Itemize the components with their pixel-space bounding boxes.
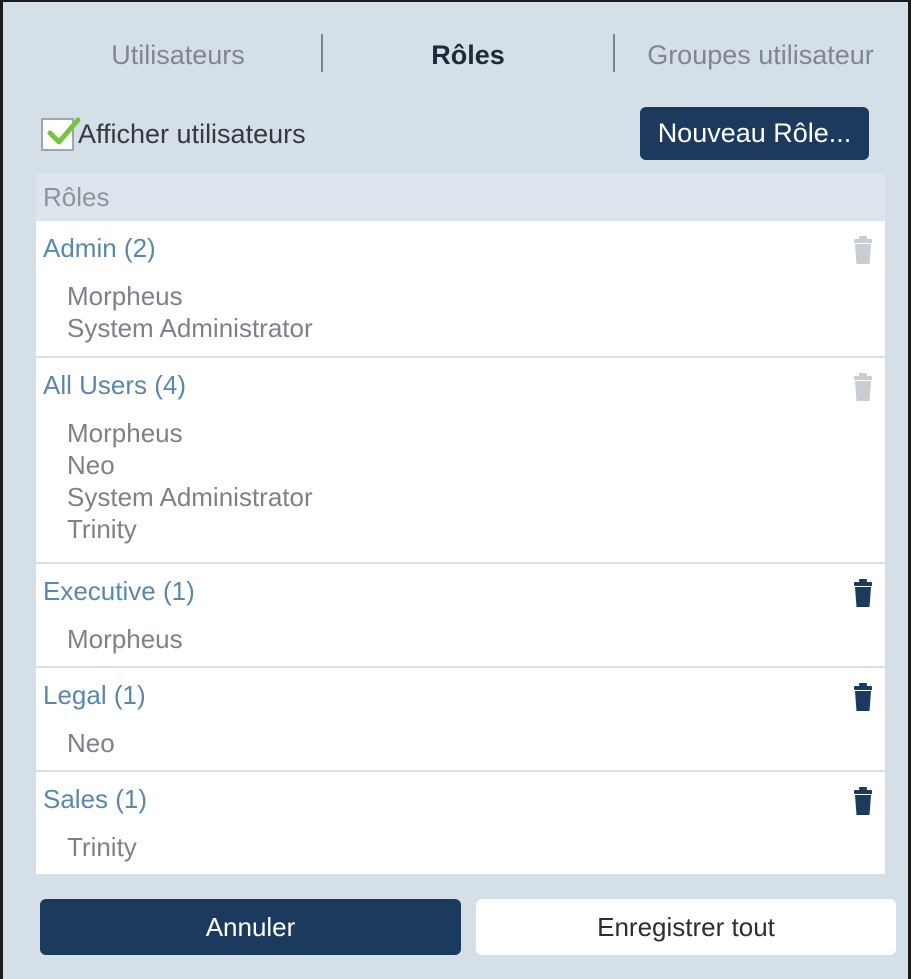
tab-roles[interactable]: Rôles: [398, 36, 538, 74]
trash-icon[interactable]: [853, 578, 873, 608]
member-name: Neo: [67, 450, 115, 480]
save-all-button[interactable]: Enregistrer tout: [476, 899, 896, 955]
member-name: Neo: [67, 728, 115, 758]
member-name: System Administrator: [67, 313, 313, 343]
roles-list-header: Rôles: [36, 174, 885, 221]
trash-icon: [853, 235, 873, 265]
check-icon: [47, 117, 81, 144]
tab-divider: [321, 34, 323, 72]
role-name-link[interactable]: All Users (4): [43, 370, 186, 401]
member-name: System Administrator: [67, 482, 313, 512]
show-users-checkbox[interactable]: [41, 117, 81, 151]
role-name-link[interactable]: Executive (1): [43, 576, 195, 607]
new-role-button[interactable]: Nouveau Rôle...: [640, 107, 869, 160]
trash-icon[interactable]: [853, 682, 873, 712]
role-item-all-users: All Users (4) Morpheus Neo System Admini…: [36, 358, 885, 564]
role-members: Morpheus Neo System Administrator Trinit…: [67, 417, 313, 545]
tab-bar: Utilisateurs Rôles Groupes utilisateur: [3, 2, 908, 102]
role-item-admin: Admin (2) Morpheus System Administrator: [36, 221, 885, 358]
show-users-toggle[interactable]: Afficher utilisateurs: [41, 114, 306, 154]
role-name-link[interactable]: Sales (1): [43, 784, 147, 815]
tab-users[interactable]: Utilisateurs: [78, 36, 278, 74]
role-item-sales: Sales (1) Trinity: [36, 772, 885, 874]
role-name-link[interactable]: Legal (1): [43, 680, 146, 711]
member-name: Morpheus: [67, 281, 183, 311]
role-members: Trinity: [67, 831, 137, 863]
tab-divider: [613, 34, 615, 72]
tab-user-groups[interactable]: Groupes utilisateur: [633, 36, 888, 74]
member-name: Morpheus: [67, 624, 183, 654]
role-members: Morpheus: [67, 623, 183, 655]
role-members: Morpheus System Administrator: [67, 280, 313, 344]
role-item-executive: Executive (1) Morpheus: [36, 564, 885, 668]
trash-icon[interactable]: [853, 786, 873, 816]
member-name: Trinity: [67, 514, 137, 544]
role-members: Neo: [67, 727, 115, 759]
cancel-button[interactable]: Annuler: [40, 899, 461, 955]
trash-icon: [853, 372, 873, 402]
member-name: Morpheus: [67, 418, 183, 448]
role-item-legal: Legal (1) Neo: [36, 668, 885, 772]
member-name: Trinity: [67, 832, 137, 862]
roles-list: Admin (2) Morpheus System Administrator …: [36, 221, 885, 874]
role-name-link[interactable]: Admin (2): [43, 233, 156, 264]
show-users-label: Afficher utilisateurs: [78, 118, 306, 149]
role-manager-panel: Utilisateurs Rôles Groupes utilisateur A…: [0, 0, 911, 979]
